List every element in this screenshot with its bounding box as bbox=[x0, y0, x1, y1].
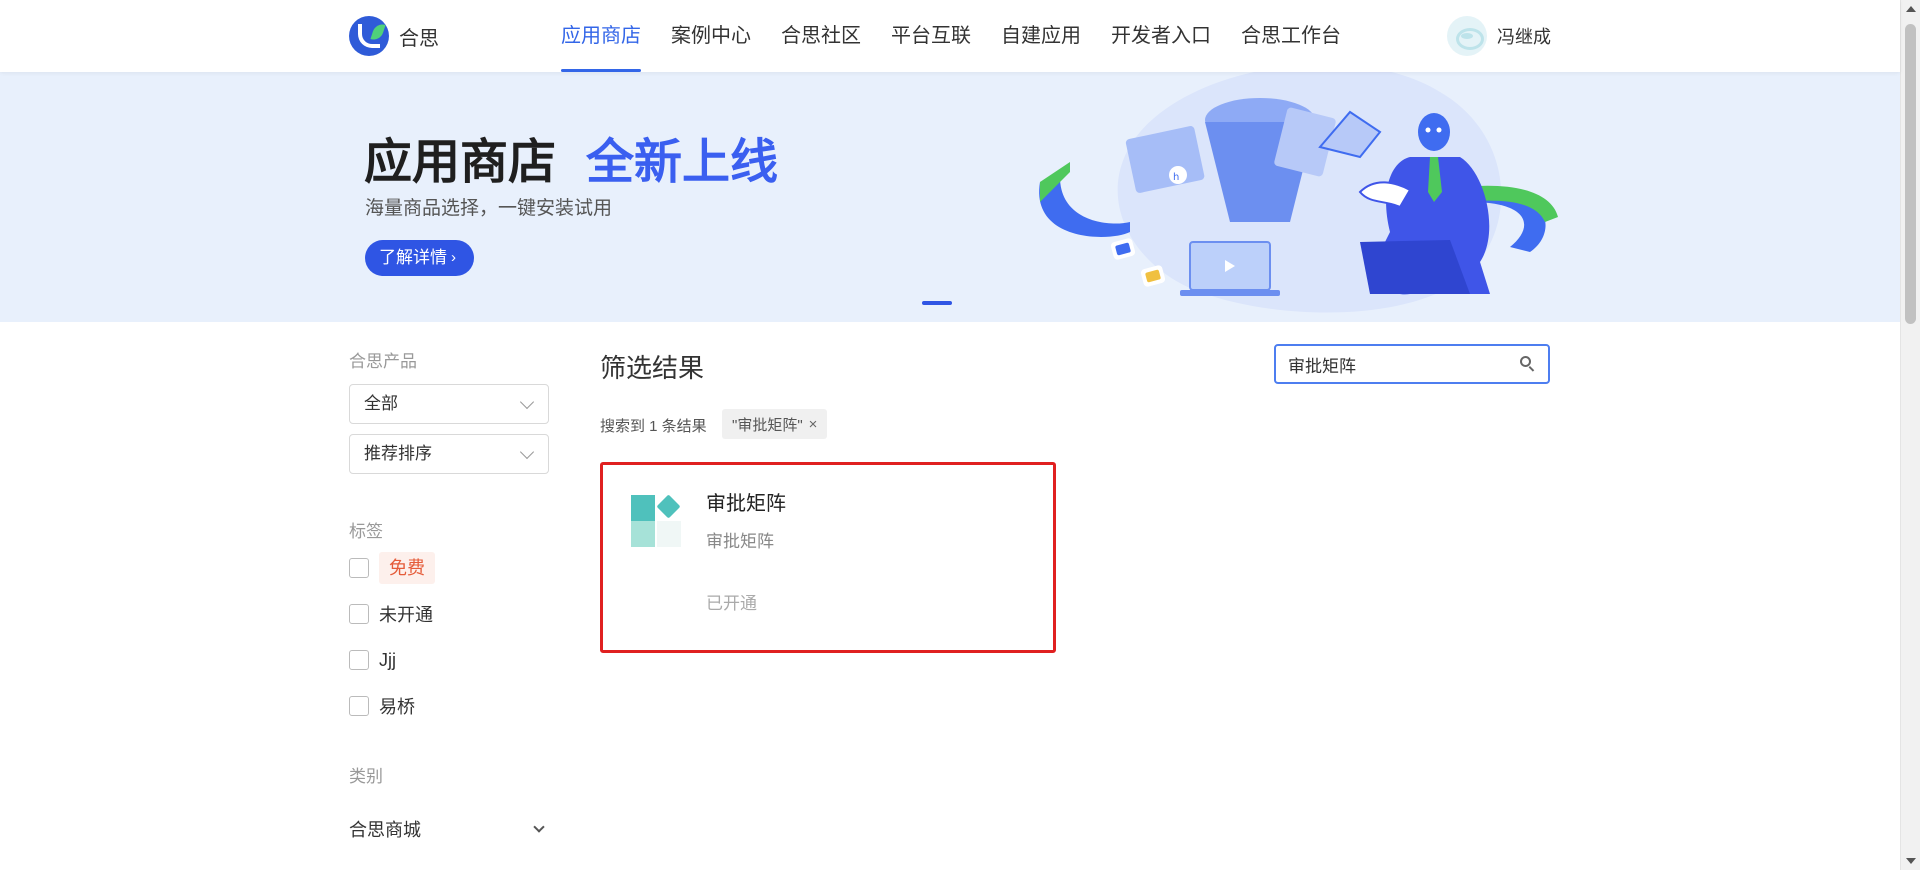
logo[interactable]: 合思 bbox=[349, 16, 439, 56]
product-select[interactable]: 全部 bbox=[349, 384, 549, 424]
learn-more-button[interactable]: 了解详情 › bbox=[365, 240, 474, 276]
result-count: 搜索到 1 条结果 bbox=[600, 418, 707, 435]
avatar bbox=[1447, 16, 1487, 56]
tag-label: 免费 bbox=[379, 552, 435, 584]
nav-custom-apps[interactable]: 自建应用 bbox=[986, 0, 1096, 72]
search-filter-chip: "审批矩阵" × bbox=[722, 409, 828, 439]
sort-select[interactable]: 推荐排序 bbox=[349, 434, 549, 474]
app-status: 已开通 bbox=[706, 594, 757, 613]
tag-option-yiqiao[interactable]: 易桥 bbox=[349, 690, 415, 722]
nav-app-store[interactable]: 应用商店 bbox=[546, 0, 656, 72]
category-item-hesi-mall[interactable]: 合思商城 bbox=[349, 816, 549, 842]
tag-label: 易桥 bbox=[379, 697, 415, 717]
banner-title-main: 应用商店 bbox=[364, 136, 557, 189]
carousel-indicator[interactable] bbox=[922, 301, 952, 305]
nav-workbench[interactable]: 合思工作台 bbox=[1226, 0, 1356, 72]
approval-matrix-app-icon bbox=[631, 495, 681, 547]
banner-illustration: h bbox=[1039, 72, 1558, 313]
page-scrollbar[interactable] bbox=[1900, 0, 1920, 870]
user-menu[interactable]: 冯继成 bbox=[1447, 16, 1551, 56]
app-description: 审批矩阵 bbox=[706, 532, 774, 551]
tag-label: 未开通 bbox=[379, 605, 433, 625]
nav-case-center[interactable]: 案例中心 bbox=[656, 0, 766, 72]
banner-title-accent: 全新上线 bbox=[586, 136, 779, 189]
hero-banner: 应用商店 全新上线 海量商品选择，一键安装试用 了解详情 › h bbox=[0, 72, 1900, 322]
app-card[interactable]: 审批矩阵 审批矩阵 已开通 bbox=[600, 462, 1056, 653]
nav-platform-interconnect[interactable]: 平台互联 bbox=[876, 0, 986, 72]
tag-label: Jjj bbox=[379, 649, 396, 670]
tag-option-not-activated[interactable]: 未开通 bbox=[349, 598, 433, 630]
search-field[interactable] bbox=[1274, 344, 1550, 384]
chevron-down-icon bbox=[519, 444, 535, 460]
main-nav: 应用商店 案例中心 合思社区 平台互联 自建应用 开发者入口 合思工作台 bbox=[546, 0, 1356, 72]
chevron-down-icon bbox=[519, 394, 535, 410]
nav-community[interactable]: 合思社区 bbox=[766, 0, 876, 72]
tag-checkbox[interactable] bbox=[349, 604, 369, 624]
tags-label: 标签 bbox=[349, 522, 383, 541]
app-name: 审批矩阵 bbox=[706, 493, 786, 515]
category-item-label: 合思商城 bbox=[349, 820, 421, 840]
user-name: 冯继成 bbox=[1497, 27, 1551, 47]
close-icon[interactable]: × bbox=[809, 416, 818, 433]
learn-more-label: 了解详情 bbox=[379, 248, 447, 267]
tag-checkbox[interactable] bbox=[349, 558, 369, 578]
chevron-down-icon bbox=[533, 821, 545, 833]
search-input[interactable] bbox=[1276, 346, 1496, 382]
svg-text:h: h bbox=[1173, 172, 1179, 183]
search-icon[interactable] bbox=[1520, 356, 1535, 372]
nav-developer-entry[interactable]: 开发者入口 bbox=[1096, 0, 1226, 72]
tag-checkbox[interactable] bbox=[349, 696, 369, 716]
scroll-up-arrow-icon[interactable] bbox=[1906, 6, 1916, 12]
chevron-right-icon: › bbox=[451, 249, 456, 266]
category-label: 类别 bbox=[349, 767, 383, 786]
hesi-logo-icon bbox=[349, 16, 389, 56]
logo-text: 合思 bbox=[399, 27, 439, 50]
tag-option-jjj[interactable]: Jjj bbox=[349, 644, 396, 676]
scroll-down-arrow-icon[interactable] bbox=[1906, 858, 1916, 864]
top-navbar: 合思 应用商店 案例中心 合思社区 平台互联 自建应用 开发者入口 合思工作台 … bbox=[0, 0, 1900, 72]
tag-checkbox[interactable] bbox=[349, 650, 369, 670]
results-title: 筛选结果 bbox=[600, 353, 705, 383]
product-filter-label: 合思产品 bbox=[349, 352, 417, 371]
sort-select-value: 推荐排序 bbox=[364, 444, 432, 463]
chip-label: "审批矩阵" bbox=[732, 416, 803, 434]
product-select-value: 全部 bbox=[364, 394, 398, 413]
tag-option-free[interactable]: 免费 bbox=[349, 552, 435, 584]
scroll-thumb[interactable] bbox=[1905, 24, 1916, 324]
banner-subtitle: 海量商品选择，一键安装试用 bbox=[365, 198, 613, 219]
banner-title: 应用商店 全新上线 bbox=[364, 122, 778, 192]
